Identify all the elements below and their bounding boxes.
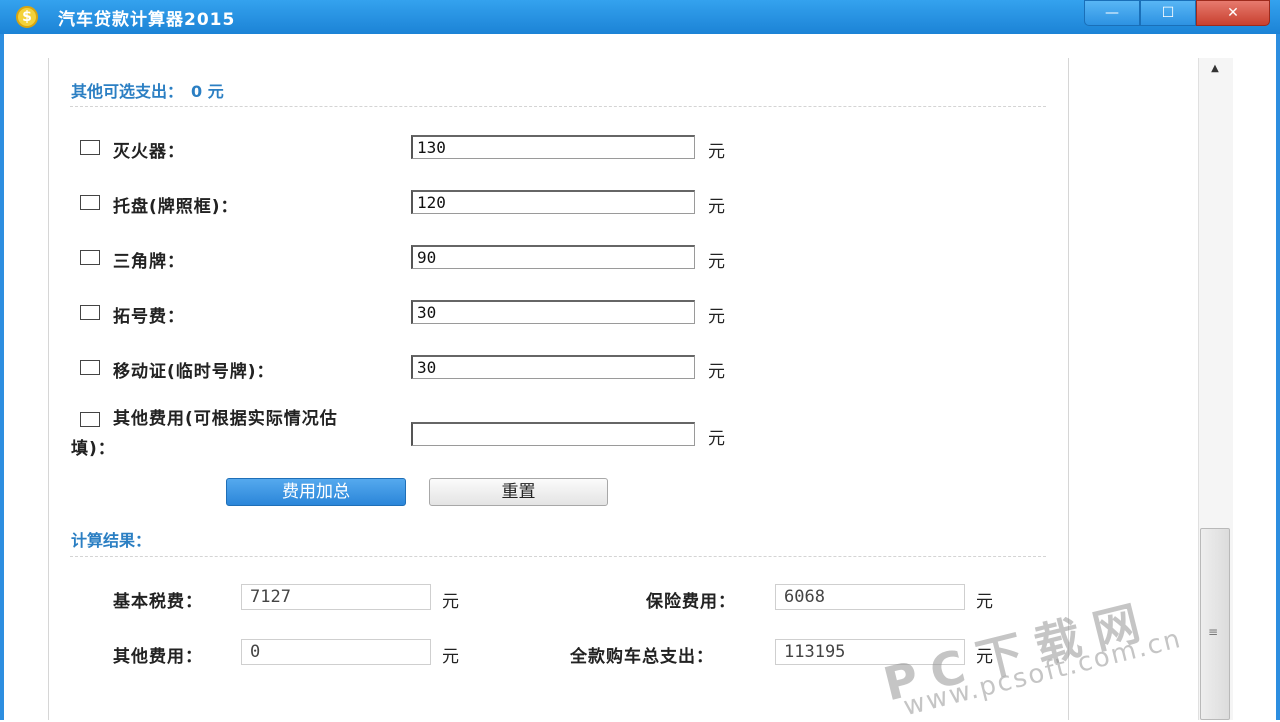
plate-rubbing-fee-checkbox[interactable]	[80, 305, 100, 320]
plate-frame-input[interactable]	[411, 190, 695, 214]
unit-label: 元	[708, 307, 725, 327]
unit-label: 元	[708, 429, 725, 449]
fire-extinguisher-checkbox[interactable]	[80, 140, 100, 155]
dollar-coin-icon: $	[16, 6, 38, 28]
window-frame-left	[0, 34, 4, 720]
maximize-button[interactable]: ☐	[1140, 0, 1196, 26]
plate-rubbing-fee-label: 拓号费：	[113, 307, 185, 327]
optional-expenses-heading: 其他可选支出： 0 元	[71, 78, 224, 102]
other-fees-label: 其他费用：	[113, 647, 203, 667]
unit-label: 元	[708, 197, 725, 217]
other-fee-label: 其他费用(可根据实际情况估填)：	[71, 409, 338, 459]
basic-tax-value[interactable]: 7127	[241, 584, 431, 610]
plate-frame-checkbox[interactable]	[80, 195, 100, 210]
temp-plate-checkbox[interactable]	[80, 360, 100, 375]
scrollbar-thumb[interactable]	[1200, 528, 1230, 720]
plate-rubbing-fee-input[interactable]	[411, 300, 695, 324]
close-button[interactable]: ✕	[1196, 0, 1270, 26]
section-divider	[70, 556, 1046, 557]
basic-tax-label: 基本税费：	[113, 592, 203, 612]
warning-triangle-label: 三角牌：	[113, 252, 185, 272]
insurance-value[interactable]: 6068	[775, 584, 965, 610]
temp-plate-input[interactable]	[411, 355, 695, 379]
reset-button[interactable]: 重置	[429, 478, 608, 506]
plate-frame-label: 托盘(牌照框)：	[113, 197, 239, 217]
warning-triangle-input[interactable]	[411, 245, 695, 269]
temp-plate-label: 移动证(临时号牌)：	[113, 362, 275, 382]
unit-label: 元	[708, 252, 725, 272]
scroll-up-arrow-icon[interactable]: ▲	[1198, 58, 1232, 80]
window-title: 汽车贷款计算器2015	[58, 10, 236, 30]
total-cost-label: 全款购车总支出：	[570, 647, 714, 667]
unit-label: 元	[442, 647, 459, 667]
unit-label: 元	[708, 362, 725, 382]
other-fee-input[interactable]	[411, 422, 695, 446]
section-divider	[70, 106, 1046, 107]
optional-expenses-amount: 0 元	[191, 82, 224, 101]
panel-border-left	[48, 58, 49, 720]
optional-expenses-title: 其他可选支出：	[71, 82, 184, 101]
sum-fees-button[interactable]: 费用加总	[226, 478, 406, 506]
fire-extinguisher-label: 灭火器：	[113, 142, 185, 162]
insurance-label: 保险费用：	[646, 592, 736, 612]
scroll-grip-icon: ≡	[1208, 625, 1219, 639]
window-frame-right	[1276, 34, 1280, 720]
fire-extinguisher-input[interactable]	[411, 135, 695, 159]
unit-label: 元	[708, 142, 725, 162]
unit-label: 元	[976, 592, 993, 612]
minimize-button[interactable]: —	[1084, 0, 1140, 26]
result-heading: 计算结果：	[71, 531, 152, 550]
other-fees-value[interactable]: 0	[241, 639, 431, 665]
warning-triangle-checkbox[interactable]	[80, 250, 100, 265]
unit-label: 元	[442, 592, 459, 612]
